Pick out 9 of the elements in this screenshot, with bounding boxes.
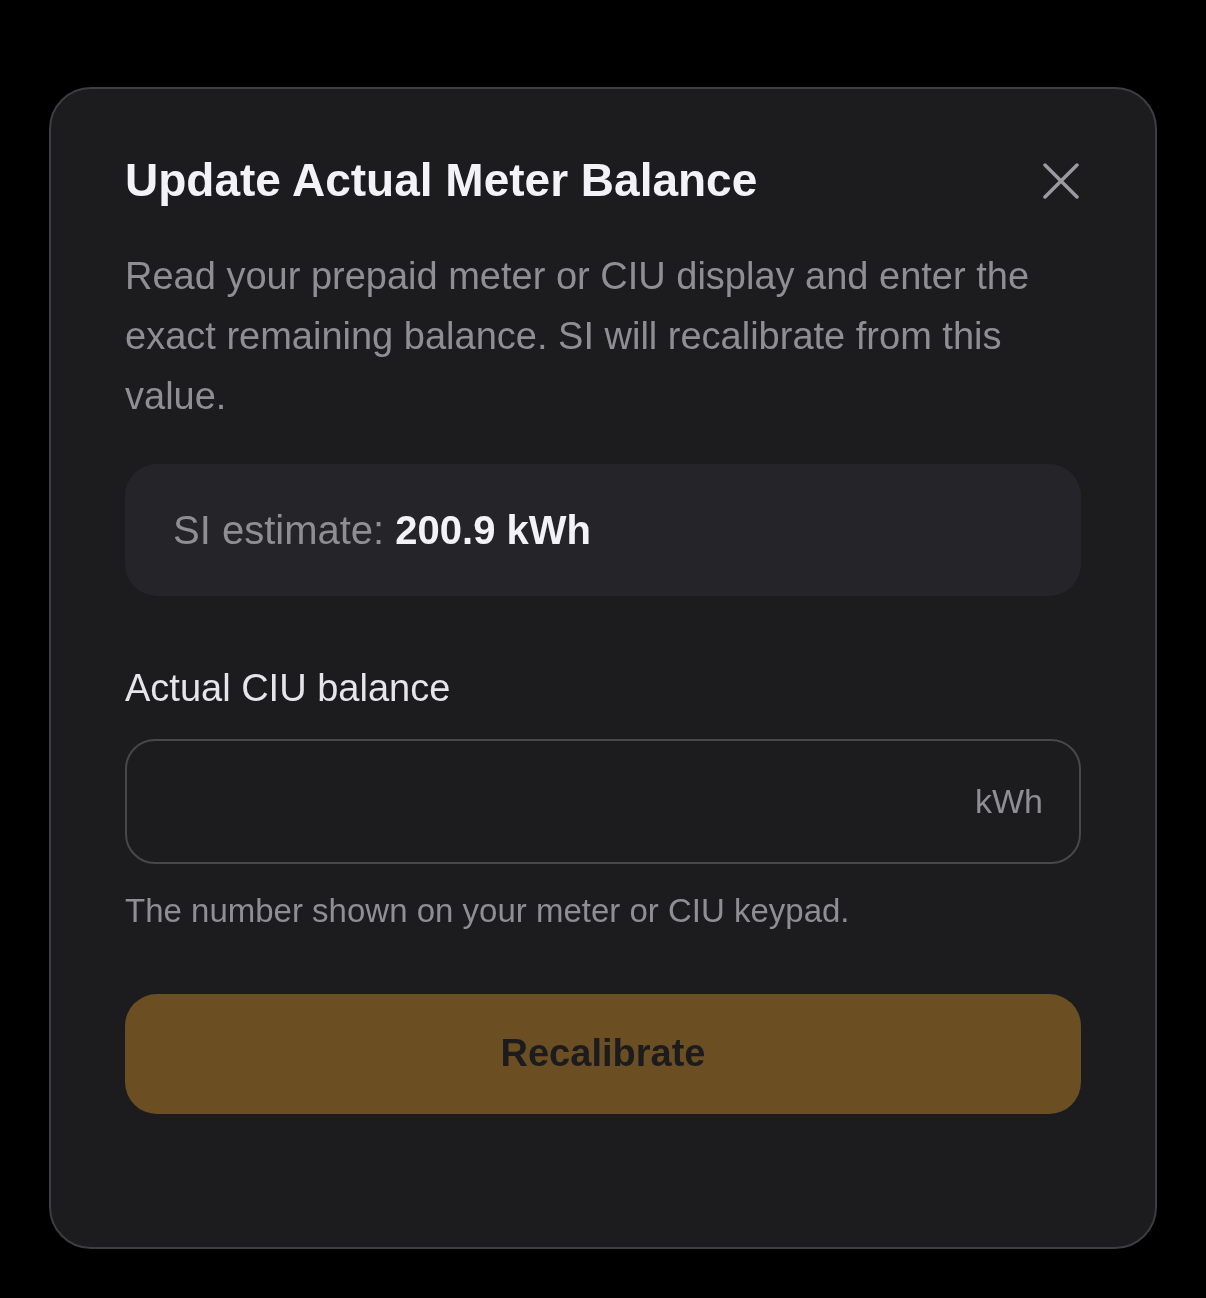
dialog-title: Update Actual Meter Balance (125, 153, 758, 208)
description-text: Read your prepaid meter or CIU display and enter the exact remaining balance. SI will recalibrate from this value. (125, 254, 1031, 420)
field-label: Actual CIU balance (125, 666, 452, 712)
close-button[interactable] (1041, 160, 1081, 201)
unit-label: kWh (975, 781, 1043, 823)
field-hint: The number shown on your meter or CIU keypad. (125, 891, 851, 932)
balance-input-field[interactable]: kWh (125, 739, 1081, 865)
estimate-text: SI estimate: 200.9 kWh (173, 507, 591, 555)
close-icon (1043, 162, 1079, 199)
